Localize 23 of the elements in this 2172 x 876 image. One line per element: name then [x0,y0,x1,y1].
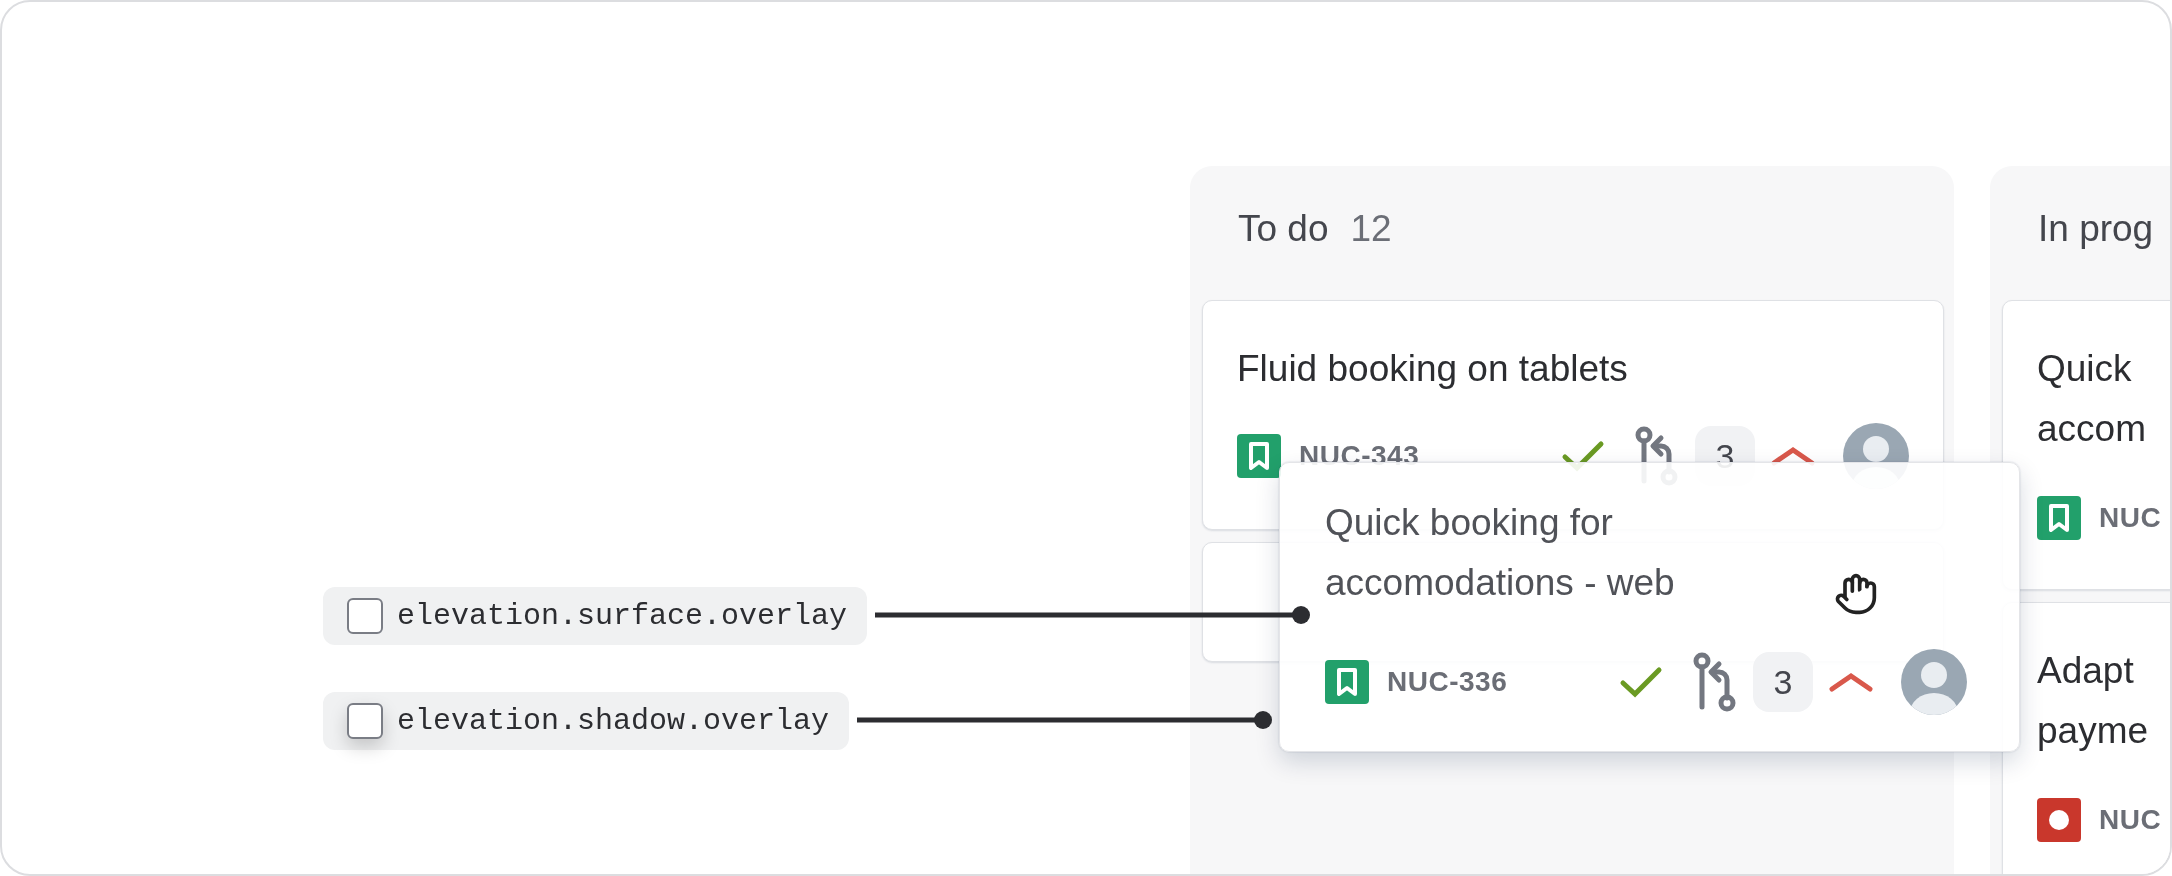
task-card[interactable]: Adapt payme NUC [2002,602,2170,874]
pull-request-count: 3 [1753,652,1813,712]
bookmark-icon [1237,434,1281,478]
bookmark-icon [1325,660,1369,704]
issue-key: NUC-336 [1387,666,1508,698]
card-title: Adapt payme [2037,649,2150,753]
task-card[interactable]: Quick accom NUC [2002,300,2170,590]
column-title: In prog [2038,208,2154,250]
dragged-card-overlay[interactable]: Quick booking for accomodations - web NUC-336 3 [1279,462,2020,752]
stop-icon [2037,798,2081,842]
bookmark-icon [2037,496,2081,540]
checkbox[interactable] [347,703,383,739]
card-title: Fluid booking on tablets [1237,347,1629,391]
issue-key: NUC [2099,804,2162,836]
token-name: elevation.shadow.overlay [397,704,830,738]
pull-request-icon [1693,652,1737,712]
token-name: elevation.surface.overlay [397,599,848,633]
checkbox[interactable] [347,598,383,634]
card-title: Quick accom [2037,347,2147,451]
column-count: 12 [1350,208,1392,250]
issue-key: NUC [2099,502,2162,534]
grab-cursor-icon [1834,572,1878,616]
column-title: To do [1238,208,1329,250]
